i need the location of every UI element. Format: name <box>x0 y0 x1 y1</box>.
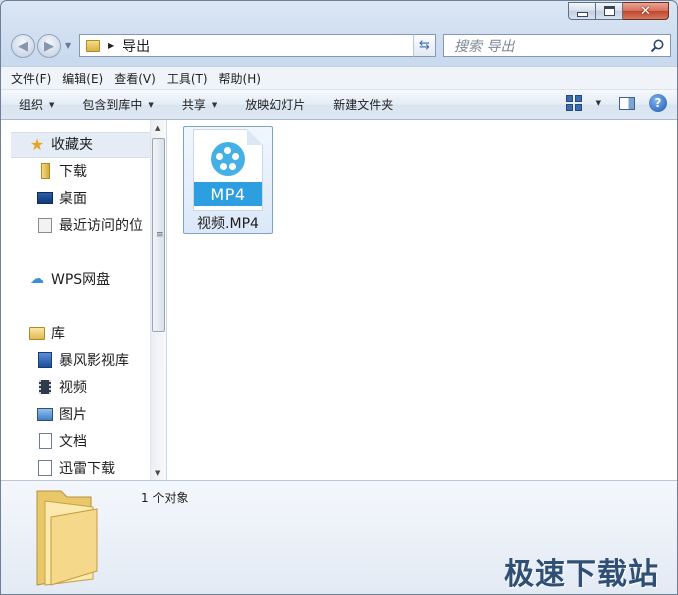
library-icon <box>29 325 45 341</box>
refresh-button[interactable]: ⇆ <box>413 34 436 57</box>
sidebar-item-label: 暴风影视库 <box>59 353 129 369</box>
folder-icon <box>86 39 100 52</box>
caption-buttons: ✕ <box>568 2 669 20</box>
help-icon[interactable]: ? <box>649 94 667 112</box>
sidebar-item-label: 下载 <box>59 164 87 180</box>
object-count: 1 个对象 <box>141 491 189 505</box>
sidebar-item-label: 收藏夹 <box>51 137 93 153</box>
minimize-icon <box>576 11 588 17</box>
download-library-icon <box>37 460 53 476</box>
change-view-icon[interactable] <box>565 95 582 111</box>
close-button[interactable]: ✕ <box>623 2 669 20</box>
minimize-button[interactable] <box>568 2 596 20</box>
scroll-up-icon[interactable]: ▲ <box>155 124 160 132</box>
sidebar-item-wps-cloud[interactable]: ☁ WPS网盘 <box>29 269 110 289</box>
menu-view[interactable]: 查看(V) <box>114 70 156 87</box>
search-input[interactable]: 搜索 导出 <box>443 34 671 57</box>
film-reel-icon <box>211 142 245 176</box>
grip-icon: ≡ <box>156 230 164 240</box>
scroll-down-icon[interactable]: ▼ <box>155 469 160 477</box>
sidebar-item-label: WPS网盘 <box>51 272 111 288</box>
downloads-folder-icon <box>37 163 53 179</box>
sidebar-item-label: 库 <box>51 326 65 342</box>
chevron-down-icon: ▼ <box>49 100 55 109</box>
sidebar-item-label: 桌面 <box>59 191 87 207</box>
navigation-scrollbar[interactable]: ▲ ≡ ▼ <box>150 120 166 480</box>
sidebar-item-videos[interactable]: 视频 <box>37 377 87 397</box>
sidebar-item-baofeng[interactable]: 暴风影视库 <box>37 350 129 370</box>
sidebar-item-documents[interactable]: 文档 <box>37 431 87 451</box>
media-library-icon <box>37 352 53 368</box>
organize-button[interactable]: 组织 ▼ <box>19 96 54 113</box>
arrow-right-icon: ▶ <box>44 38 54 54</box>
new-folder-button[interactable]: 新建文件夹 <box>333 96 393 113</box>
arrow-left-icon: ◀ <box>18 38 28 54</box>
chevron-down-icon: ▼ <box>211 100 218 109</box>
file-item[interactable]: MP4 视频.MP4 <box>183 126 273 234</box>
sidebar-item-label: 最近访问的位 <box>59 218 143 234</box>
sidebar-item-pictures[interactable]: 图片 <box>37 404 87 424</box>
slideshow-button[interactable]: 放映幻灯片 <box>245 96 305 113</box>
star-icon: ★ <box>29 134 45 154</box>
sidebar-item-recent[interactable]: 最近访问的位 <box>37 215 143 235</box>
sidebar-item-label: 视频 <box>59 380 87 396</box>
recent-places-icon <box>37 217 53 233</box>
document-icon <box>37 433 53 449</box>
refresh-icon: ⇆ <box>419 38 430 53</box>
menu-file[interactable]: 文件(F) <box>11 70 51 87</box>
toolbar-right: ▼ ? <box>565 94 667 112</box>
include-in-library-label: 包含到库中 <box>82 98 143 112</box>
menu-edit[interactable]: 编辑(E) <box>62 70 103 87</box>
mp4-file-icon: MP4 <box>193 129 263 211</box>
maximize-button[interactable] <box>596 2 623 20</box>
include-in-library-button[interactable]: 包含到库中 ▼ <box>82 96 153 113</box>
sidebar-item-favorites[interactable]: ★ 收藏夹 <box>29 134 93 154</box>
back-button[interactable]: ◀ <box>11 34 35 58</box>
navigation-pane: ★ 收藏夹 下载 桌面 最近访问的位 ☁ WPS网盘 库 暴风影视库 视频 图片… <box>1 120 150 480</box>
close-icon: ✕ <box>640 3 651 19</box>
navigation-bar: ◀ ▶ ▼ ▶ 导出 ▼ ⇆ 搜索 导出 <box>9 33 671 61</box>
menu-help[interactable]: 帮助(H) <box>219 70 261 87</box>
address-bar[interactable]: ▶ 导出 ▼ <box>79 34 435 57</box>
view-options-dropdown-icon[interactable]: ▼ <box>596 99 601 107</box>
file-name[interactable]: 视频.MP4 <box>184 213 272 233</box>
preview-pane-icon[interactable] <box>619 96 635 110</box>
scrollbar-thumb[interactable]: ≡ <box>152 138 165 332</box>
recent-pages-dropdown-icon[interactable]: ▼ <box>65 41 71 50</box>
explorer-window: ✕ ◀ ▶ ▼ ▶ 导出 ▼ ⇆ 搜索 导出 文件(F) 编辑(E) 查看(V)… <box>0 0 678 595</box>
forward-button[interactable]: ▶ <box>37 34 61 58</box>
chevron-down-icon: ▼ <box>148 100 154 109</box>
breadcrumb-arrow-icon[interactable]: ▶ <box>108 41 114 50</box>
slideshow-label: 放映幻灯片 <box>245 98 306 112</box>
search-placeholder: 搜索 导出 <box>454 38 515 55</box>
sidebar-item-libraries[interactable]: 库 <box>29 323 65 343</box>
menu-tools[interactable]: 工具(T) <box>167 70 208 87</box>
desktop-icon <box>37 190 53 206</box>
watermark-text: 极速下载站 <box>504 557 659 592</box>
sidebar-item-label: 迅雷下载 <box>59 461 115 477</box>
details-pane: 1 个对象 极速下载站 <box>1 480 677 594</box>
picture-icon <box>37 406 53 422</box>
cloud-icon: ☁ <box>30 271 44 287</box>
menu-bar: 文件(F) 编辑(E) 查看(V) 工具(T) 帮助(H) <box>1 66 677 90</box>
share-button[interactable]: 共享 ▼ <box>182 96 217 113</box>
organize-label: 组织 <box>19 98 44 112</box>
maximize-icon <box>603 6 615 16</box>
file-list: MP4 视频.MP4 <box>167 120 677 480</box>
search-icon <box>650 39 664 53</box>
sidebar-item-downloads[interactable]: 下载 <box>37 161 87 181</box>
file-type-badge: MP4 <box>194 182 262 206</box>
folder-thumbnail-icon <box>36 490 98 586</box>
sidebar-item-desktop[interactable]: 桌面 <box>37 188 87 208</box>
sidebar-item-xunlei[interactable]: 迅雷下载 <box>37 458 115 478</box>
sidebar-item-label: 文档 <box>59 434 87 450</box>
new-folder-label: 新建文件夹 <box>333 98 394 112</box>
sidebar-item-label: 图片 <box>59 407 87 423</box>
film-icon <box>37 379 53 395</box>
breadcrumb-current[interactable]: 导出 <box>122 36 150 56</box>
share-label: 共享 <box>181 98 206 112</box>
command-bar: 组织 ▼ 包含到库中 ▼ 共享 ▼ 放映幻灯片 新建文件夹 ▼ ? <box>1 90 677 120</box>
